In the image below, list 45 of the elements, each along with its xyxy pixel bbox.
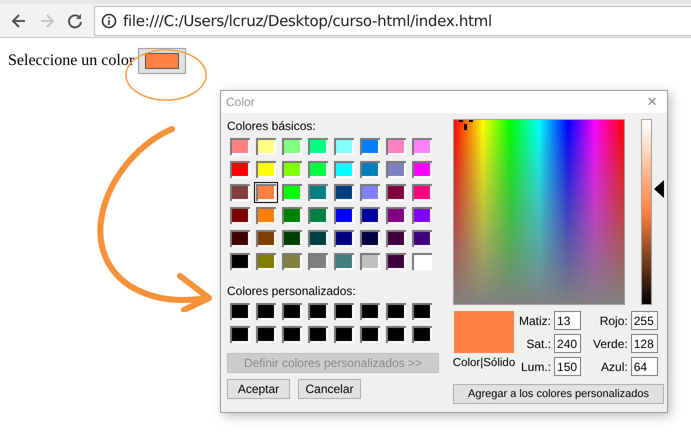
- number-field[interactable]: 64: [630, 357, 658, 376]
- custom-color-swatch[interactable]: [410, 324, 434, 345]
- window-title: Color: [226, 95, 255, 109]
- number-field[interactable]: 13: [554, 311, 582, 330]
- custom-color-swatch[interactable]: [410, 301, 434, 322]
- address-bar[interactable]: file:///C:/Users/lcruz/Desktop/curso-html/index.html: [94, 6, 691, 36]
- custom-color-swatch[interactable]: [384, 301, 408, 322]
- color-picker-button[interactable]: [138, 48, 186, 74]
- field-label: Sat.:: [526, 336, 552, 350]
- number-field[interactable]: 255: [630, 311, 658, 330]
- color-spectrum[interactable]: [453, 119, 625, 305]
- section-label: Colores personalizados:: [227, 284, 357, 298]
- field-label: Matiz:: [519, 314, 552, 328]
- custom-color-swatch[interactable]: [228, 324, 252, 345]
- number-field[interactable]: 240: [554, 334, 582, 353]
- custom-color-swatch[interactable]: [332, 324, 356, 345]
- close-button[interactable]: ×: [637, 92, 667, 112]
- ok-button[interactable]: Aceptar: [227, 379, 290, 399]
- crosshair-icon: [456, 120, 476, 130]
- custom-color-swatch[interactable]: [254, 301, 278, 322]
- number-field[interactable]: 150: [554, 357, 582, 376]
- number-field[interactable]: 128: [630, 334, 658, 353]
- custom-color-swatch[interactable]: [384, 324, 408, 345]
- info-icon: [101, 12, 117, 28]
- custom-color-swatch[interactable]: [332, 301, 356, 322]
- field-label: Azul:: [601, 360, 628, 374]
- field-label: Verde:: [593, 336, 628, 350]
- section-label: Colores básicos:: [227, 119, 317, 133]
- custom-color-swatch[interactable]: [228, 301, 252, 322]
- custom-color-swatch[interactable]: [358, 324, 382, 345]
- url-text: file:///C:/Users/lcruz/Desktop/curso-html/index.html: [123, 12, 492, 30]
- custom-color-swatch[interactable]: [254, 324, 278, 345]
- color-swatch[interactable]: [254, 182, 278, 203]
- preview-caption: Color|Sólido: [452, 357, 516, 369]
- field-label: Rojo:: [600, 314, 628, 328]
- custom-color-swatch[interactable]: [280, 324, 304, 345]
- cancel-button[interactable]: Cancelar: [298, 379, 361, 399]
- add-to-custom-colors-button[interactable]: Agregar a los colores personalizados: [453, 384, 664, 404]
- custom-color-swatch[interactable]: [306, 324, 330, 345]
- slider-thumb[interactable]: [654, 180, 664, 198]
- custom-color-swatch[interactable]: [306, 301, 330, 322]
- field-label: Lum.:: [521, 360, 552, 374]
- custom-color-swatch[interactable]: [280, 301, 304, 322]
- custom-color-swatch[interactable]: [358, 301, 382, 322]
- field-label: Seleccione un color: [8, 52, 134, 70]
